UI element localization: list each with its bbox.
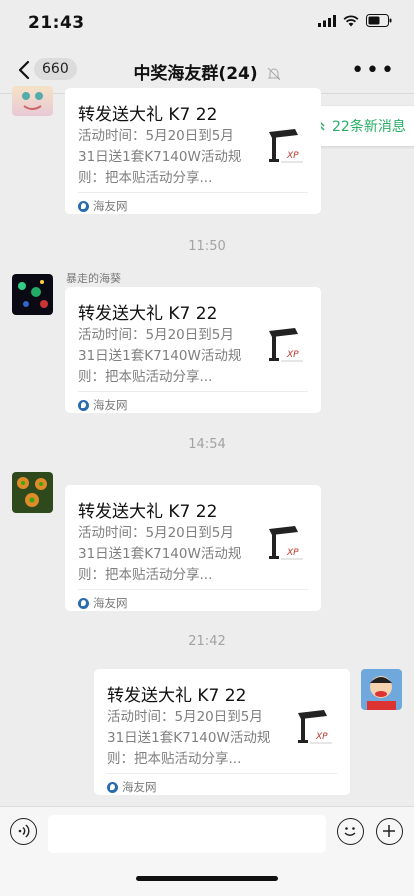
source-logo-icon (107, 781, 118, 793)
home-indicator (136, 876, 278, 881)
chat-title-text: 中奖海友群(24) (133, 64, 258, 84)
plus-button[interactable] (376, 818, 403, 845)
timestamp: 14:54 (188, 437, 226, 452)
signal-icon (318, 14, 336, 27)
card-source: 海友网 (122, 780, 157, 794)
card-title: 转发送大礼 K7 22 (107, 686, 247, 706)
my-avatar[interactable] (361, 669, 402, 710)
card-source: 海友网 (93, 398, 128, 412)
card-description: 活动时间：5月20日到5月31日送1套K7140W活动规则：把本贴活动分享... (107, 709, 271, 767)
input-bar (0, 806, 414, 896)
chat-header: 660 中奖海友群(24) ••• (0, 46, 414, 94)
svg-text:XP: XP (315, 732, 328, 742)
svg-text:XP: XP (286, 151, 299, 161)
avatar[interactable] (12, 274, 53, 315)
card-source: 海友网 (93, 596, 128, 610)
card-footer: 海友网 (107, 773, 337, 795)
emoji-icon (344, 827, 356, 836)
svg-text:XP: XP (286, 548, 299, 558)
emoji-button[interactable] (337, 818, 364, 845)
card-source: 海友网 (93, 199, 128, 213)
lamp-thumbnail: XP (298, 710, 332, 744)
status-time: 21:43 (28, 13, 85, 33)
svg-text:XP: XP (286, 350, 299, 360)
wifi-icon (343, 14, 359, 26)
lamp-thumbnail: XP (269, 526, 303, 560)
lamp-thumbnail: XP (269, 129, 303, 163)
voice-button[interactable] (10, 818, 37, 845)
card-footer: 海友网 (78, 589, 308, 611)
card-description: 活动时间：5月20日到5月31日送1套K7140W活动规则：把本贴活动分享... (78, 327, 242, 385)
card-footer: 海友网 (78, 391, 308, 413)
link-card[interactable]: 转发送大礼 K7 22 活动时间：5月20日到5月31日送1套K7140W活动规… (65, 287, 321, 413)
link-card[interactable]: 转发送大礼 K7 22 活动时间：5月20日到5月31日送1套K7140W活动规… (65, 88, 321, 214)
message-input[interactable] (48, 815, 326, 853)
status-icons (318, 14, 392, 27)
card-description: 活动时间：5月20日到5月31日送1套K7140W活动规则：把本贴活动分享... (78, 525, 242, 583)
mute-bell-icon (267, 67, 280, 81)
more-icon[interactable]: ••• (351, 58, 396, 83)
lamp-thumbnail: XP (269, 328, 303, 362)
sender-name: 暴走的海葵 (66, 272, 121, 285)
card-title: 转发送大礼 K7 22 (78, 105, 218, 125)
battery-icon (366, 14, 392, 27)
card-title: 转发送大礼 K7 22 (78, 304, 218, 324)
voice-icon (18, 824, 30, 838)
avatar[interactable] (12, 86, 53, 116)
source-logo-icon (78, 597, 89, 609)
status-bar: 21:43 (0, 0, 414, 46)
card-description: 活动时间：5月20日到5月31日送1套K7140W活动规则：把本贴活动分享... (78, 128, 242, 186)
timestamp: 21:42 (188, 634, 226, 649)
timestamp: 11:50 (188, 239, 226, 254)
new-messages-label: 22条新消息 (332, 119, 406, 135)
link-card[interactable]: 转发送大礼 K7 22 活动时间：5月20日到5月31日送1套K7140W活动规… (94, 669, 350, 795)
plus-icon (383, 825, 395, 837)
source-logo-icon (78, 200, 89, 212)
avatar[interactable] (12, 472, 53, 513)
card-footer: 海友网 (78, 192, 308, 214)
link-card[interactable]: 转发送大礼 K7 22 活动时间：5月20日到5月31日送1套K7140W活动规… (65, 485, 321, 611)
source-logo-icon (78, 399, 89, 411)
card-title: 转发送大礼 K7 22 (78, 502, 218, 522)
